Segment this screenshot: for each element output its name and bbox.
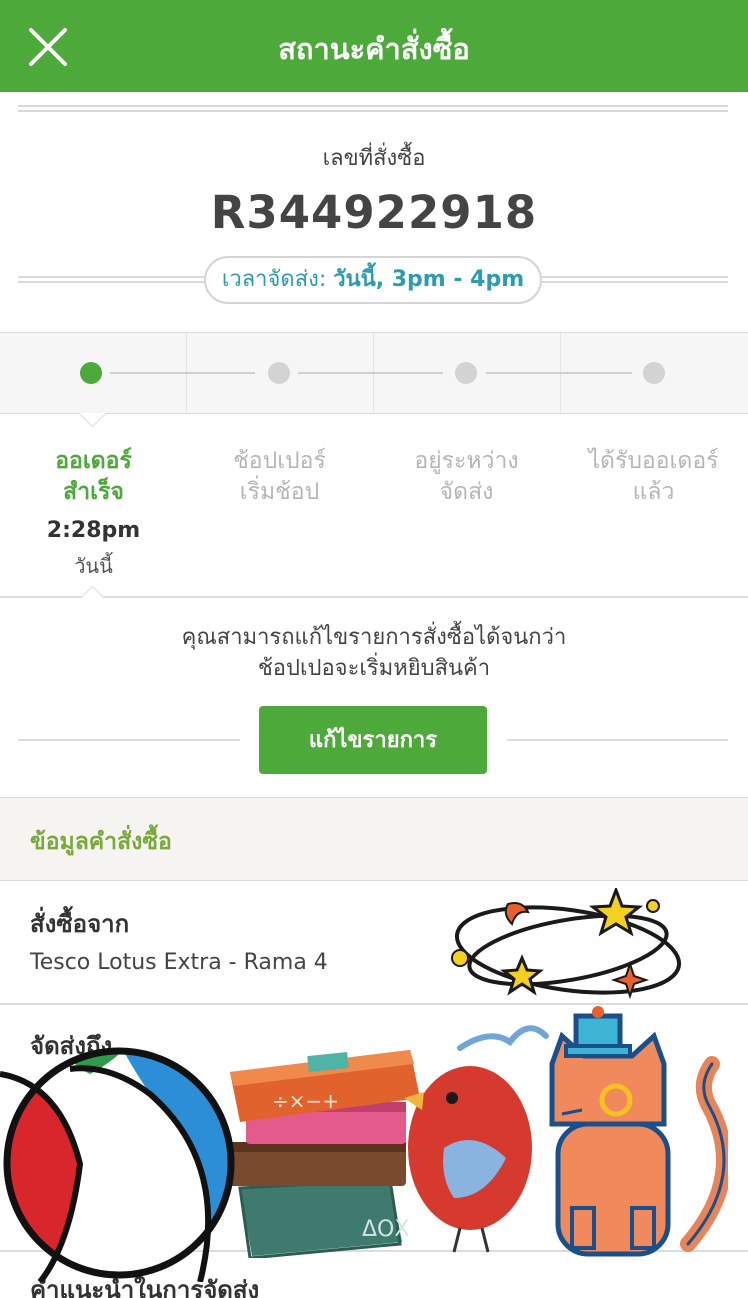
- divider: [0, 596, 748, 598]
- edit-note: คุณสามารถแก้ไขรายการสั่งซื้อได้จนกว่า ช้…: [181, 625, 567, 681]
- order-info-title: ข้อมูลคำสั่งซื้อ: [30, 829, 172, 855]
- books-sticker: ΔΟΧ ÷×−+: [216, 1050, 420, 1258]
- active-step-pointer: [78, 413, 106, 427]
- step-label-shopping: ช้อปเปอร์ เริ่มช้อป: [233, 448, 326, 505]
- step-dot-received: [643, 362, 665, 384]
- active-step-pointer: [78, 584, 106, 598]
- dizzy-stars-sticker: [451, 888, 682, 1000]
- delivery-time-value: วันนี้, 3pm - 4pm: [333, 267, 525, 292]
- ordered-from-value: Tesco Lotus Extra - Rama 4: [30, 950, 328, 975]
- orange-cat-sticker: [549, 1006, 728, 1257]
- divider-double: [18, 105, 728, 112]
- divider: [18, 739, 240, 741]
- progress-connector: [486, 372, 632, 374]
- order-number-label: เลขที่สั่งซื้อ: [322, 146, 426, 171]
- delivery-time-pill: เวลาจัดส่ง: วันนี้, 3pm - 4pm: [204, 256, 542, 304]
- step-time: 2:28pm: [46, 518, 141, 543]
- edit-items-button[interactable]: แก้ไขรายการ: [259, 706, 487, 774]
- svg-text:÷×−+: ÷×−+: [272, 1089, 339, 1113]
- page-title: สถานะคำสั่งซื้อ: [278, 32, 470, 66]
- progress-tracker: [0, 332, 748, 414]
- ordered-from-label: สั่งซื้อจาก: [30, 910, 130, 938]
- divider-double: [18, 276, 204, 283]
- step-dot-ordered: [80, 362, 102, 384]
- step-label-ordered: ออเดอร์ สำเร็จ: [55, 448, 132, 505]
- beach-ball-sticker: [0, 1047, 235, 1282]
- step-day: วันนี้: [74, 554, 113, 578]
- delivery-time-label: เวลาจัดส่ง:: [221, 267, 327, 292]
- order-number: R344922918: [210, 186, 538, 239]
- divider-double: [542, 276, 728, 283]
- progress-connector: [298, 372, 443, 374]
- red-bird-sticker: [404, 1025, 549, 1253]
- top-bar: สถานะคำสั่งซื้อ: [0, 0, 748, 92]
- order-info-header: ข้อมูลคำสั่งซื้อ: [0, 797, 748, 881]
- step-label-delivering: อยู่ระหว่าง จัดส่ง: [414, 448, 519, 505]
- divider: [507, 739, 728, 741]
- step-dot-delivering: [455, 362, 477, 384]
- step-dot-shopping: [268, 362, 290, 384]
- progress-connector: [110, 372, 255, 374]
- step-label-received: ได้รับออเดอร์ แล้ว: [588, 448, 719, 505]
